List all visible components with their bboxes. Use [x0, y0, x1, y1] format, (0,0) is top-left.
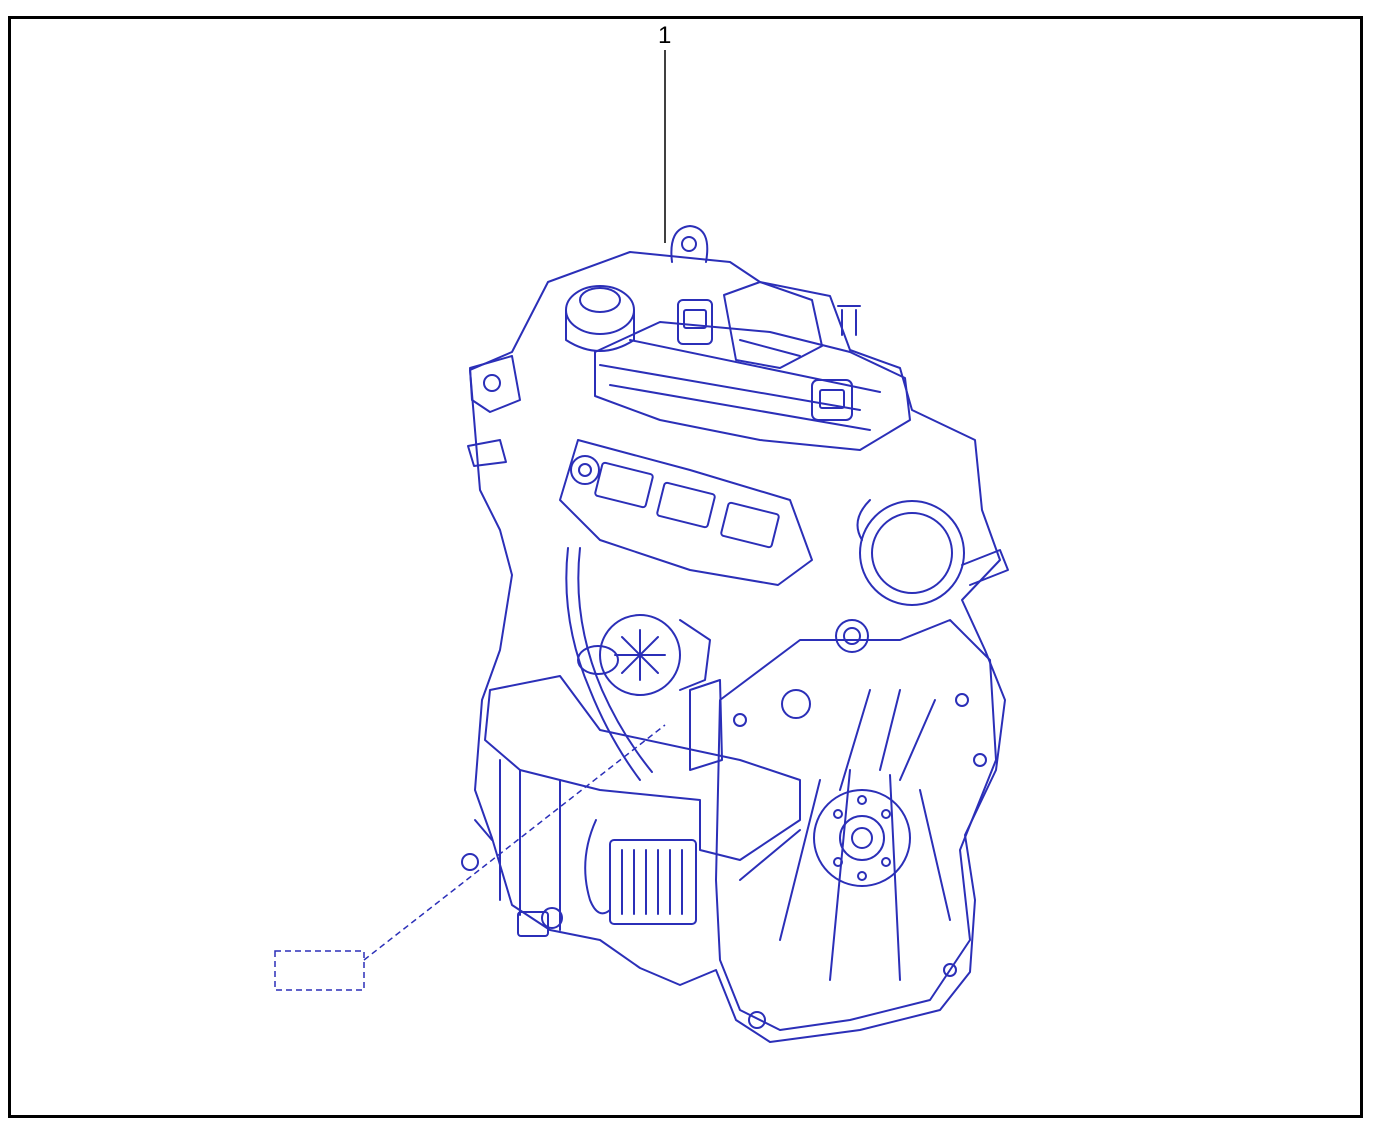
engine-assembly	[461, 225, 1009, 1043]
engine-block	[484, 675, 801, 861]
side-port	[835, 619, 869, 653]
ignition-coil-3	[811, 379, 853, 421]
engine-outline	[469, 251, 1006, 1043]
pump-outlet	[961, 549, 1009, 586]
left-sensor	[467, 439, 507, 467]
oil-filler-cap	[565, 285, 635, 335]
reference-box	[274, 950, 365, 991]
breather-nipple	[837, 305, 861, 336]
left-mount-bracket	[469, 355, 521, 413]
ignition-coil-2	[723, 281, 823, 369]
vacuum-pump	[859, 500, 965, 606]
oil-cooler-hose	[584, 819, 611, 915]
engine-drawing	[274, 50, 1009, 1043]
valve-cover	[594, 321, 911, 451]
flywheel-housing	[715, 619, 997, 1031]
